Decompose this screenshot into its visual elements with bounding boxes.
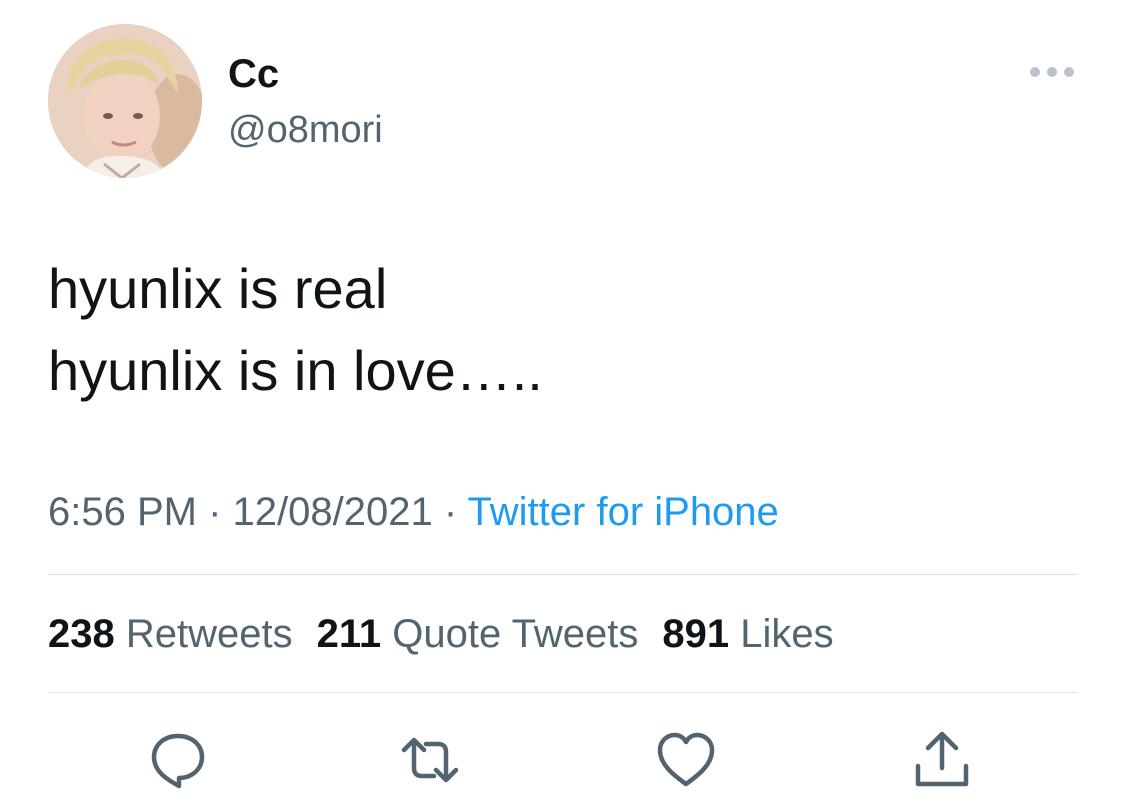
reply-button[interactable] bbox=[146, 728, 210, 792]
likes-stat[interactable]: 891 Likes bbox=[662, 612, 833, 656]
tweet-line-2: hyunlix is in love….. bbox=[48, 339, 543, 402]
retweets-stat[interactable]: 238 Retweets bbox=[48, 612, 293, 656]
meta-separator: · bbox=[196, 490, 233, 534]
reply-icon bbox=[151, 733, 205, 789]
tweet-date[interactable]: 12/08/2021 bbox=[233, 490, 433, 534]
like-icon bbox=[657, 732, 715, 787]
tweet-source-link[interactable]: Twitter for iPhone bbox=[468, 490, 779, 534]
tweet-text: hyunlix is real hyunlix is in love….. bbox=[48, 248, 1078, 412]
quote-tweets-stat[interactable]: 211 Quote Tweets bbox=[317, 612, 639, 656]
avatar[interactable] bbox=[48, 24, 202, 178]
likes-count: 891 bbox=[662, 612, 730, 656]
divider bbox=[48, 692, 1078, 693]
divider bbox=[48, 574, 1078, 575]
tweet-line-1: hyunlix is real bbox=[48, 257, 388, 320]
tweet-meta: 6:56 PM · 12/08/2021 · Twitter for iPhon… bbox=[48, 488, 779, 536]
retweets-label: Retweets bbox=[125, 612, 293, 656]
share-button[interactable] bbox=[910, 728, 974, 792]
action-bar bbox=[0, 728, 1125, 792]
like-button[interactable] bbox=[654, 728, 718, 792]
likes-label: Likes bbox=[740, 612, 834, 656]
more-icon[interactable] bbox=[1025, 60, 1079, 84]
retweets-count: 238 bbox=[48, 612, 115, 656]
display-name[interactable]: Cc bbox=[228, 52, 279, 96]
retweet-icon bbox=[401, 737, 459, 783]
tweet-stats: 238 Retweets 211 Quote Tweets 891 Likes bbox=[48, 610, 858, 658]
tweet-time[interactable]: 6:56 PM bbox=[48, 490, 197, 534]
quote-tweets-label: Quote Tweets bbox=[392, 612, 639, 656]
user-handle[interactable]: @o8mori bbox=[228, 108, 383, 152]
meta-separator: · bbox=[432, 490, 468, 534]
avatar-photo bbox=[48, 24, 202, 178]
quote-tweets-count: 211 bbox=[316, 612, 382, 656]
share-icon bbox=[915, 731, 969, 787]
retweet-button[interactable] bbox=[398, 728, 462, 792]
